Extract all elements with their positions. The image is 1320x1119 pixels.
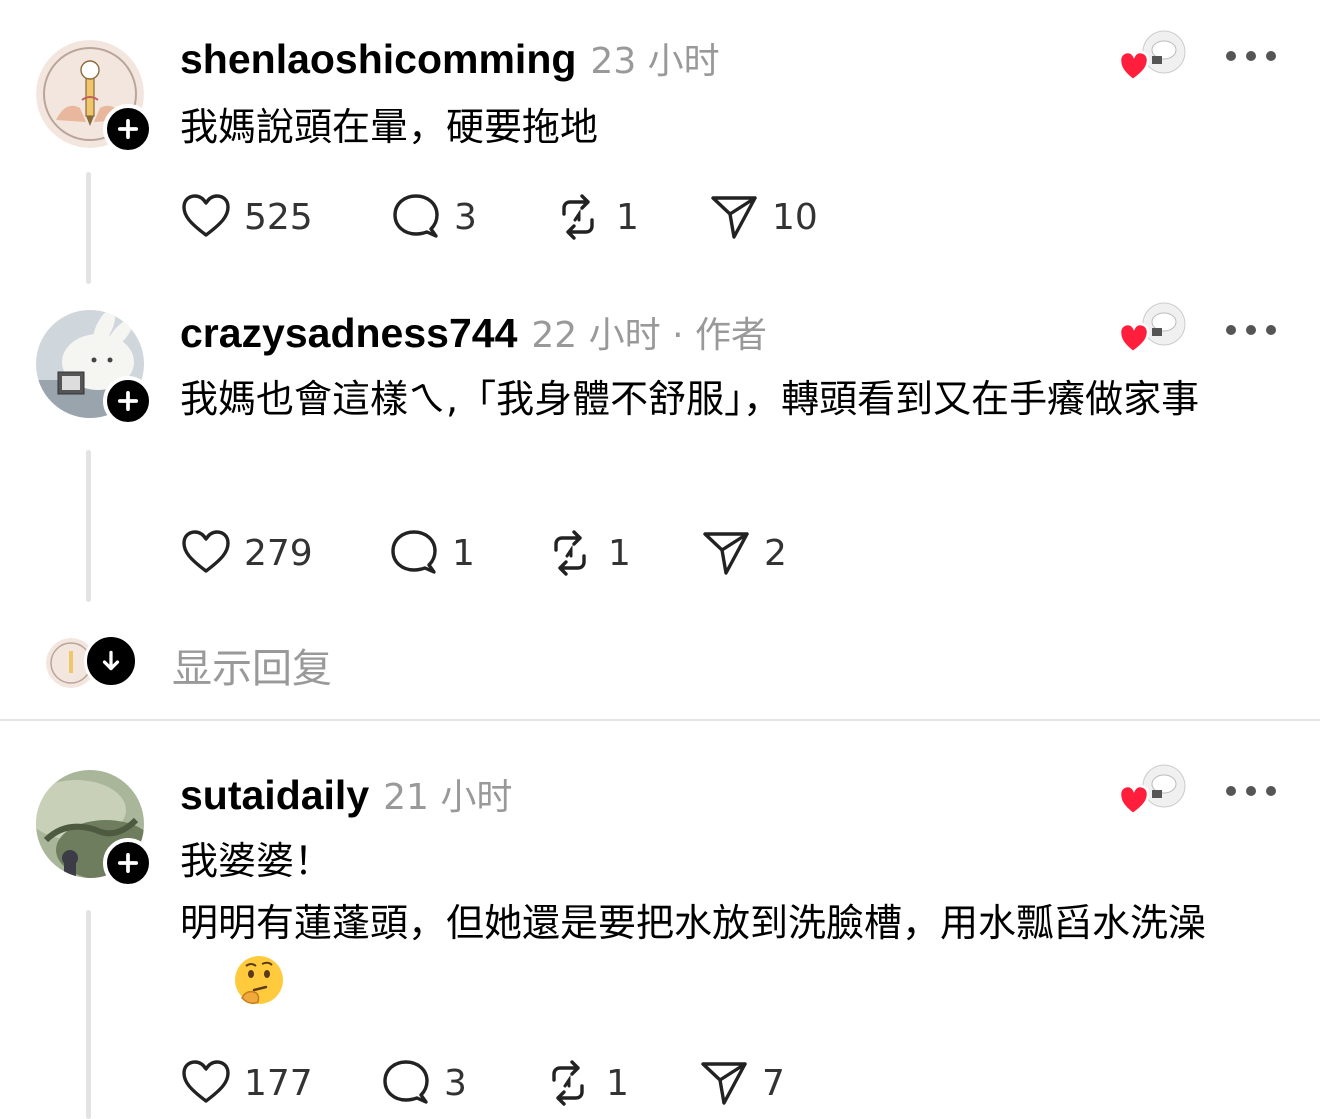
plus-icon bbox=[114, 115, 142, 143]
comment-count: 3 bbox=[444, 1062, 467, 1104]
like-count: 177 bbox=[244, 1062, 313, 1104]
repost-count: 1 bbox=[606, 1062, 629, 1104]
timestamp: 21 小时 bbox=[383, 777, 513, 818]
more-icon[interactable] bbox=[1226, 46, 1276, 66]
liked-by-author-indicator bbox=[1118, 764, 1190, 820]
comment-icon bbox=[390, 192, 442, 242]
share-button[interactable]: 2 bbox=[700, 528, 787, 578]
share-icon bbox=[708, 192, 760, 242]
repost-icon bbox=[552, 192, 604, 242]
thread-line bbox=[86, 450, 91, 602]
comment-button[interactable]: 3 bbox=[380, 1058, 467, 1108]
thread-line bbox=[86, 910, 91, 1119]
post-text: 明明有蓮蓬頭，但她還是要把水放到洗臉槽，用水瓢舀水洗澡 bbox=[180, 901, 1207, 945]
username[interactable]: sutaidaily bbox=[180, 772, 369, 819]
timestamp: 23 小时 bbox=[590, 41, 720, 82]
post-text: 我媽也會這樣ㄟ,「我身體不舒服」，轉頭看到又在手癢做家事 bbox=[180, 377, 1200, 421]
share-button[interactable]: 10 bbox=[708, 192, 818, 242]
follow-button[interactable] bbox=[103, 376, 153, 426]
repost-icon bbox=[544, 528, 596, 578]
comment-icon bbox=[380, 1058, 432, 1108]
share-count: 10 bbox=[772, 196, 818, 238]
repost-icon bbox=[542, 1058, 594, 1108]
repost-button[interactable]: 1 bbox=[544, 528, 631, 578]
share-count: 7 bbox=[762, 1062, 785, 1104]
post-text: 我媽說頭在暈，硬要拖地 bbox=[180, 105, 599, 149]
comment-icon bbox=[388, 528, 440, 578]
heart-icon bbox=[180, 1058, 232, 1108]
share-icon bbox=[700, 528, 752, 578]
plus-icon bbox=[114, 387, 142, 415]
heart-icon bbox=[180, 528, 232, 578]
comment-button[interactable]: 1 bbox=[388, 528, 475, 578]
show-replies-label: 显示回复 bbox=[172, 646, 332, 692]
heart-icon bbox=[1118, 784, 1150, 816]
like-button[interactable]: 279 bbox=[180, 528, 313, 578]
username[interactable]: crazysadness744 bbox=[180, 310, 517, 357]
plus-icon bbox=[114, 849, 142, 877]
follow-button[interactable] bbox=[103, 838, 153, 888]
repost-count: 1 bbox=[616, 196, 639, 238]
username[interactable]: shenlaoshicomming bbox=[180, 36, 576, 83]
liked-by-author-indicator bbox=[1118, 302, 1190, 358]
comment-count: 1 bbox=[452, 532, 475, 574]
more-icon[interactable] bbox=[1226, 320, 1276, 340]
heart-icon bbox=[180, 192, 232, 242]
like-button[interactable]: 525 bbox=[180, 192, 313, 242]
author-tag: · 作者 bbox=[660, 315, 767, 356]
thread-line bbox=[86, 172, 91, 284]
timestamp: 22 小时 · 作者 bbox=[531, 315, 767, 356]
repost-count: 1 bbox=[608, 532, 631, 574]
post-text: 我婆婆！ bbox=[180, 839, 333, 883]
more-icon[interactable] bbox=[1226, 781, 1276, 801]
repost-button[interactable]: 1 bbox=[542, 1058, 629, 1108]
comment-count: 3 bbox=[454, 196, 477, 238]
heart-icon bbox=[1118, 50, 1150, 82]
follow-button[interactable] bbox=[103, 104, 153, 154]
heart-icon bbox=[1118, 322, 1150, 354]
thinking-face-emoji bbox=[235, 956, 283, 1005]
share-icon bbox=[698, 1058, 750, 1108]
like-button[interactable]: 177 bbox=[180, 1058, 313, 1108]
divider bbox=[0, 719, 1320, 721]
share-count: 2 bbox=[764, 532, 787, 574]
comment-button[interactable]: 3 bbox=[390, 192, 477, 242]
like-count: 525 bbox=[244, 196, 313, 238]
liked-by-author-indicator bbox=[1118, 30, 1190, 86]
arrow-down-icon bbox=[84, 634, 138, 688]
like-count: 279 bbox=[244, 532, 313, 574]
share-button[interactable]: 7 bbox=[698, 1058, 785, 1108]
repost-button[interactable]: 1 bbox=[552, 192, 639, 242]
